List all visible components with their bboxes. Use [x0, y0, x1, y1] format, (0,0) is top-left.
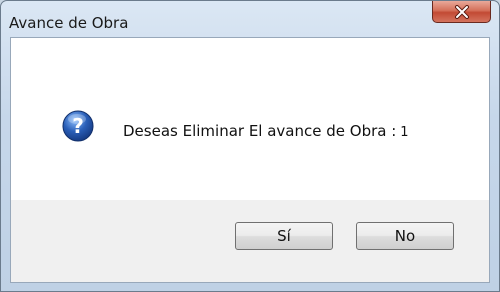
question-icon: ? — [62, 110, 94, 142]
confirm-message: Deseas Eliminar El avance de Obra :1 — [123, 122, 409, 140]
window-title: Avance de Obra — [9, 14, 129, 32]
close-icon — [454, 4, 469, 19]
message-text: Deseas Eliminar El avance de Obra : — [123, 122, 397, 140]
dialog-window: Avance de Obra ? Deseas Eliminar El avan… — [0, 0, 500, 292]
dialog-body: ? Deseas Eliminar El avance de Obra :1 S… — [10, 37, 490, 283]
close-button[interactable] — [432, 1, 491, 23]
message-area: ? Deseas Eliminar El avance de Obra :1 — [11, 38, 489, 200]
title-bar[interactable]: Avance de Obra — [1, 1, 499, 33]
yes-button[interactable]: Sí — [235, 222, 333, 250]
message-value: 1 — [400, 125, 409, 140]
no-button[interactable]: No — [356, 222, 454, 250]
svg-text:?: ? — [72, 114, 84, 138]
